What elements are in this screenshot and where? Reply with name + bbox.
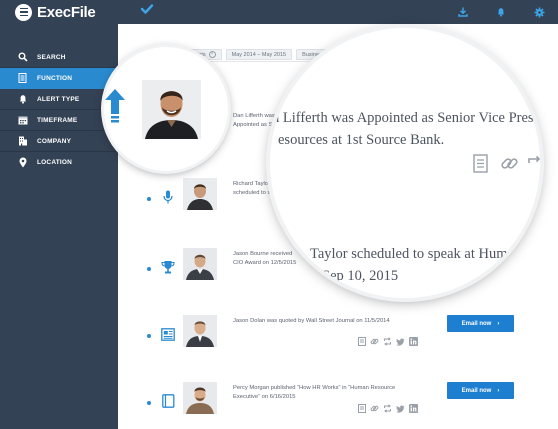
bell-icon bbox=[17, 94, 28, 105]
avatar[interactable] bbox=[183, 315, 217, 347]
retweet-icon[interactable] bbox=[527, 154, 540, 178]
twitter-icon[interactable] bbox=[396, 404, 405, 413]
document-icon[interactable] bbox=[473, 154, 488, 178]
retweet-icon[interactable] bbox=[383, 337, 392, 346]
sidebar-item-label: LOCATION bbox=[37, 159, 73, 166]
check-icon[interactable] bbox=[140, 2, 154, 21]
sidebar: SEARCH FUNCTION ALERT TYPE TIMEFRAME COM… bbox=[0, 24, 118, 429]
linkedin-icon[interactable] bbox=[409, 404, 418, 413]
feed-text: Jason Dolan was quoted by Wall Street Jo… bbox=[233, 318, 390, 324]
zoom-text-line: Taylor scheduled to speak at Human bbox=[310, 246, 522, 262]
status-dot bbox=[147, 334, 151, 338]
microphone-icon bbox=[160, 189, 176, 205]
list-item[interactable]: Jason Dolan was quoted by Wall Street Jo… bbox=[142, 315, 542, 355]
email-now-button[interactable]: Email now › bbox=[447, 382, 514, 399]
app-logo[interactable]: ExecFile bbox=[0, 0, 118, 24]
feed-text: Jason Bourne received CIO Award on 12/5/… bbox=[233, 251, 297, 266]
magnifier-small bbox=[104, 47, 228, 171]
avatar[interactable] bbox=[183, 248, 217, 280]
share-actions bbox=[357, 337, 418, 346]
chevron-right-icon: › bbox=[497, 387, 500, 394]
sidebar-item-search[interactable]: SEARCH bbox=[0, 47, 118, 68]
link-icon[interactable] bbox=[370, 404, 379, 413]
link-icon[interactable] bbox=[370, 337, 379, 346]
document-icon[interactable] bbox=[357, 404, 366, 413]
chevron-right-icon: › bbox=[497, 320, 500, 327]
book-icon bbox=[160, 393, 176, 409]
zoom-text-line: Sep 10, 2015 bbox=[322, 268, 399, 284]
sidebar-item-company[interactable]: COMPANY bbox=[0, 131, 118, 152]
sidebar-item-location[interactable]: LOCATION bbox=[0, 152, 118, 173]
app-name: ExecFile bbox=[37, 3, 96, 21]
download-icon[interactable] bbox=[444, 0, 482, 24]
avatar[interactable] bbox=[142, 80, 201, 139]
close-icon[interactable]: × bbox=[208, 51, 216, 58]
logo-icon bbox=[15, 3, 32, 21]
sidebar-item-label: FUNCTION bbox=[37, 74, 73, 82]
avatar[interactable] bbox=[183, 178, 217, 210]
avatar[interactable] bbox=[183, 382, 217, 414]
document-icon[interactable] bbox=[357, 337, 366, 346]
zoom-text-line: esources at 1st Source Bank. bbox=[278, 132, 445, 148]
zoom-text-line: n Lifferth was Appointed as Senior Vice … bbox=[272, 110, 540, 126]
list-item[interactable]: Percy Morgan published “How HR Works” in… bbox=[142, 382, 542, 422]
sidebar-item-alert-type[interactable]: ALERT TYPE bbox=[0, 89, 118, 110]
trophy-icon bbox=[160, 259, 176, 275]
sidebar-item-timeframe[interactable]: TIMEFRAME bbox=[0, 110, 118, 131]
status-dot bbox=[147, 401, 151, 405]
retweet-icon[interactable] bbox=[383, 404, 392, 413]
feed-text: Percy Morgan published “How HR Works” in… bbox=[233, 385, 396, 400]
link-icon[interactable] bbox=[500, 154, 519, 178]
pin-icon bbox=[17, 157, 28, 168]
twitter-icon[interactable] bbox=[396, 337, 405, 346]
sidebar-item-label: COMPANY bbox=[37, 137, 72, 145]
filter-chip[interactable]: May 2014 – May 2015 bbox=[225, 49, 293, 60]
status-dot bbox=[147, 197, 151, 201]
status-dot bbox=[147, 267, 151, 271]
sidebar-item-label: TIMEFRAME bbox=[37, 116, 78, 124]
linkedin-icon[interactable] bbox=[409, 337, 418, 346]
bell-icon[interactable] bbox=[482, 0, 520, 24]
calendar-icon bbox=[17, 115, 28, 126]
search-icon bbox=[17, 52, 28, 63]
email-now-button[interactable]: Email now › bbox=[447, 315, 514, 332]
sidebar-item-label: ALERT TYPE bbox=[37, 95, 80, 103]
newspaper-icon bbox=[160, 326, 176, 342]
arrow-up-icon bbox=[104, 87, 126, 132]
top-bar: ExecFile bbox=[0, 0, 558, 24]
building-icon bbox=[17, 136, 28, 147]
document-icon bbox=[17, 73, 28, 84]
magnifier-large: n Lifferth was Appointed as Senior Vice … bbox=[270, 28, 540, 298]
sidebar-item-label: SEARCH bbox=[37, 53, 66, 61]
share-actions bbox=[357, 404, 418, 413]
sidebar-item-function[interactable]: FUNCTION bbox=[0, 68, 118, 89]
gear-icon[interactable] bbox=[520, 0, 558, 24]
